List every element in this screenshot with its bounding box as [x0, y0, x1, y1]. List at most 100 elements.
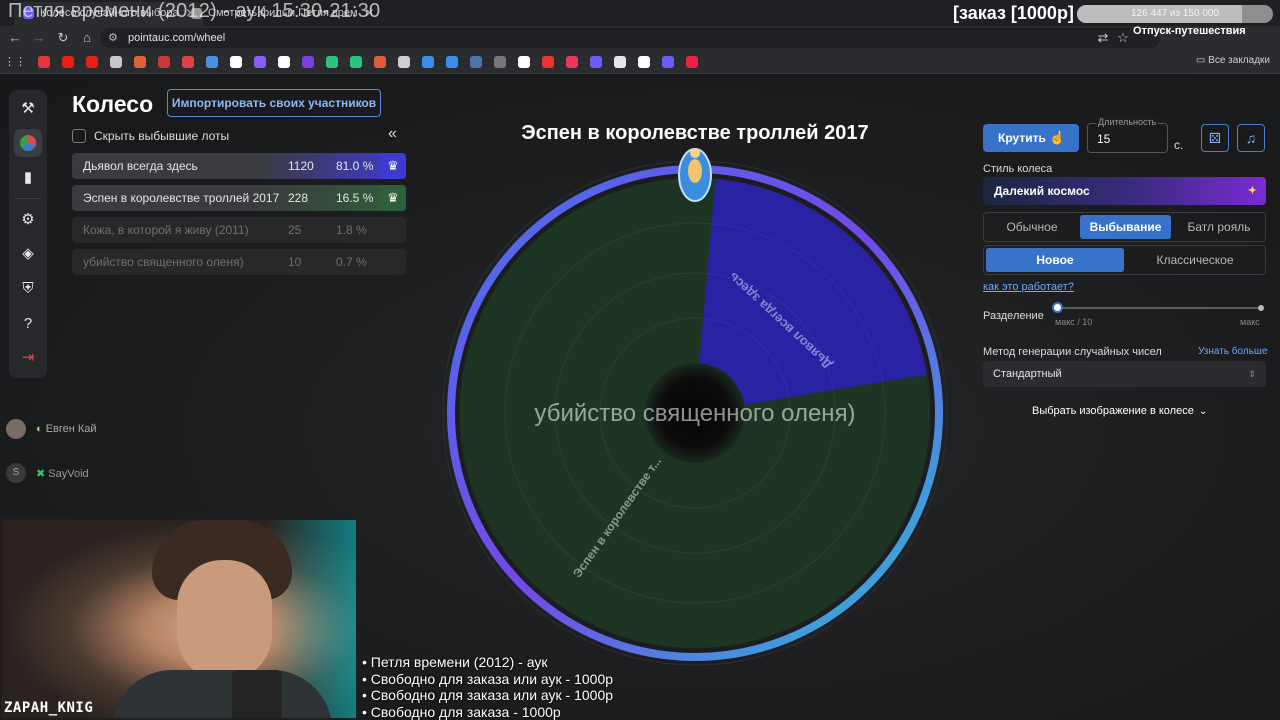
- reload-icon[interactable]: ↻: [54, 29, 72, 47]
- bookmark-icon[interactable]: [470, 56, 482, 68]
- forward-icon[interactable]: →: [30, 29, 48, 47]
- lot-name: Эспен в королевстве троллей 2017: [83, 191, 280, 205]
- site-settings-icon[interactable]: ⚙: [108, 28, 118, 48]
- bookmark-icon[interactable]: [638, 56, 650, 68]
- split-slider-track[interactable]: [1057, 307, 1263, 309]
- bookmark-icon[interactable]: [350, 56, 362, 68]
- bookmark-icon[interactable]: [374, 56, 386, 68]
- rng-select[interactable]: Стандартный ⇕: [983, 361, 1266, 387]
- star-icon[interactable]: ☆: [1114, 29, 1132, 47]
- bookmark-icon[interactable]: [566, 56, 578, 68]
- tab-new[interactable]: Новое: [986, 248, 1124, 272]
- spin-button[interactable]: Крутить ☝: [983, 124, 1079, 152]
- lot-row[interactable]: Эспен в королевстве троллей 2017 228 16.…: [72, 185, 406, 211]
- bookmark-icon[interactable]: [278, 56, 290, 68]
- trophy-icon[interactable]: ♛: [380, 185, 406, 211]
- tab-normal[interactable]: Обычное: [986, 215, 1078, 239]
- bookmark-icon[interactable]: [326, 56, 338, 68]
- tab-battle-royale[interactable]: Батл рояль: [1173, 215, 1265, 239]
- lot-row-eliminated[interactable]: Кожа, в которой я живу (2011) 25 1.8 %: [72, 217, 406, 243]
- wheel[interactable]: Дьявол всегда здесь Эспен в королевстве …: [420, 145, 970, 695]
- bookmark-icon[interactable]: [422, 56, 434, 68]
- duration-field[interactable]: Длительность 15: [1087, 117, 1168, 153]
- music-icon[interactable]: ♫: [1237, 124, 1265, 152]
- wheel-style-select[interactable]: Далекий космос ✦: [983, 177, 1266, 205]
- chat-username: ◐ Евген Кай: [36, 423, 97, 435]
- duration-legend: Длительность: [1096, 117, 1159, 127]
- bookmark-icon[interactable]: [206, 56, 218, 68]
- split-slider-thumb[interactable]: [1052, 302, 1063, 313]
- rng-value: Стандартный: [993, 368, 1062, 380]
- avatar: [6, 419, 26, 439]
- bookmark-icon[interactable]: [398, 56, 410, 68]
- url-field[interactable]: ⚙ pointauc.com/wheel: [100, 28, 1160, 48]
- bar-chart-icon[interactable]: ▮: [14, 164, 42, 192]
- bookmark-icon[interactable]: [38, 56, 50, 68]
- hide-eliminated-checkbox[interactable]: [72, 129, 86, 143]
- tab-elimination[interactable]: Выбывание: [1080, 215, 1171, 239]
- app-area: ⚒ ▮ ⚙ ◈ ⛨ ? ⇥ Колесо Импортировать своих…: [0, 75, 1280, 720]
- hide-eliminated-label: Скрыть выбывшие лоты: [94, 129, 230, 143]
- split-min-label: макс / 10: [1055, 317, 1093, 327]
- chevron-updown-icon: ⇕: [1248, 369, 1256, 379]
- tab-classic[interactable]: Классическое: [1125, 248, 1265, 272]
- gavel-icon[interactable]: ⚒: [14, 95, 42, 123]
- rng-learn-more-link[interactable]: Узнать больше: [1198, 346, 1268, 357]
- help-icon[interactable]: ?: [14, 310, 42, 338]
- bookmark-icon[interactable]: [158, 56, 170, 68]
- home-icon[interactable]: ⌂: [78, 29, 96, 47]
- bookmark-icon[interactable]: [446, 56, 458, 68]
- webcam-feed: [0, 518, 358, 720]
- bookmark-icon[interactable]: [110, 56, 122, 68]
- choose-wheel-image-label: Выбрать изображение в колесе: [1032, 405, 1194, 417]
- bookmark-icon[interactable]: [686, 56, 698, 68]
- shield-icon[interactable]: ⛨: [14, 275, 42, 303]
- bookmark-icon[interactable]: [134, 56, 146, 68]
- order-label: [заказ [1000р]: [953, 3, 1074, 23]
- dice-icon[interactable]: ⚄: [1201, 124, 1229, 152]
- wheel-current-title: Эспен в королевстве троллей 2017: [521, 122, 869, 144]
- bookmark-icon[interactable]: [590, 56, 602, 68]
- lot-amount: 1120: [288, 159, 314, 173]
- bookmark-icon[interactable]: [302, 56, 314, 68]
- ticker-line: • Петля времени (2012) - аук: [362, 654, 548, 670]
- lot-percent: 1.8 %: [336, 223, 367, 237]
- how-it-works-link[interactable]: как это работает?: [983, 281, 1074, 293]
- bookmark-icon[interactable]: [86, 56, 98, 68]
- bookmark-icon[interactable]: [518, 56, 530, 68]
- badge-icon: ✖: [36, 468, 49, 480]
- chat-username: ✖ SayVoid: [36, 467, 89, 480]
- wheel-style-value: Далекий космос: [994, 184, 1090, 198]
- lot-name: убийство священного оленя): [83, 255, 244, 269]
- left-nav: ⚒ ▮ ⚙ ◈ ⛨ ? ⇥: [9, 90, 47, 378]
- translate-icon[interactable]: ⇄: [1094, 29, 1112, 47]
- bookmark-icon[interactable]: [542, 56, 554, 68]
- lot-row[interactable]: Дьявол всегда здесь 1120 81.0 % ♛: [72, 153, 406, 179]
- bookmark-icon[interactable]: [254, 56, 266, 68]
- address-bar: ← → ↻ ⌂ ⚙ pointauc.com/wheel ⇄ ☆: [0, 26, 1280, 50]
- bookmark-icon[interactable]: [662, 56, 674, 68]
- layers-icon[interactable]: ◈: [14, 240, 42, 268]
- lot-amount: 25: [288, 223, 302, 237]
- logout-icon[interactable]: ⇥: [14, 344, 42, 372]
- bookmark-icon[interactable]: [62, 56, 74, 68]
- collapse-icon[interactable]: «: [388, 125, 397, 143]
- bookmark-icon[interactable]: [230, 56, 242, 68]
- ticker-line: • Свободно для заказа - 1000р: [362, 703, 561, 720]
- lot-name: Кожа, в которой я живу (2011): [83, 223, 249, 237]
- wheel-icon[interactable]: [14, 129, 42, 157]
- nav-divider: [15, 198, 41, 199]
- back-icon[interactable]: ←: [6, 29, 24, 47]
- bookmark-icon[interactable]: [494, 56, 506, 68]
- lot-amount: 228: [288, 191, 309, 205]
- bookmark-icon[interactable]: [614, 56, 626, 68]
- lot-percent: 81.0 %: [336, 159, 374, 173]
- all-bookmarks[interactable]: ▭ Все закладки: [1196, 55, 1270, 66]
- import-participants-button[interactable]: Импортировать своих участников: [167, 89, 381, 117]
- choose-wheel-image-button[interactable]: Выбрать изображение в колесе ⌄: [1032, 405, 1207, 417]
- apps-grid-icon[interactable]: ⋮⋮: [4, 53, 26, 71]
- lot-row-eliminated[interactable]: убийство священного оленя) 10 0.7 %: [72, 249, 406, 275]
- bookmark-icon[interactable]: [182, 56, 194, 68]
- trophy-icon[interactable]: ♛: [380, 153, 406, 179]
- gear-icon[interactable]: ⚙: [14, 206, 42, 234]
